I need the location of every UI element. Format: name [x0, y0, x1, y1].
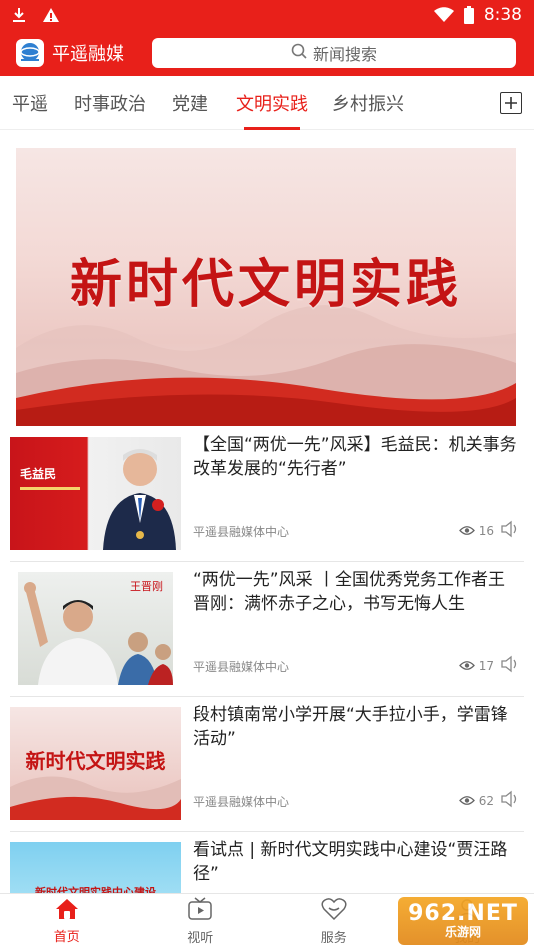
tab-pingyao[interactable]: 平遥 [12, 76, 48, 130]
nav-video[interactable]: 视听 [134, 894, 268, 949]
news-item[interactable]: 毛益民 【全国“两优一先”风采】毛益民：机关事务改革发展的“先行者” 平遥县融媒… [10, 427, 524, 562]
status-bar: 8:38 [0, 0, 534, 30]
news-source: 平遥县融媒体中心 [193, 525, 290, 539]
search-placeholder: 新闻搜索 [312, 45, 377, 64]
news-source: 平遥县融媒体中心 [193, 660, 290, 674]
nav-home[interactable]: 首页 [0, 894, 134, 949]
news-meta: 16 [458, 520, 520, 541]
tab-current-affairs[interactable]: 时事政治 [74, 76, 146, 130]
thumb-caption: 毛益民 [20, 467, 57, 481]
app-title: 平遥融媒 [52, 44, 124, 65]
app-logo[interactable] [16, 39, 44, 67]
eye-icon [458, 796, 475, 805]
news-item[interactable]: 王晋刚 “两优一先”风采 丨全国优秀党务工作者王晋刚：满怀赤子之心，书写无悔人生… [10, 562, 524, 697]
news-thumbnail: 王晋刚 [18, 572, 173, 685]
search-icon [291, 43, 307, 63]
home-icon [55, 898, 79, 924]
video-icon [187, 897, 213, 925]
download-icon [12, 7, 26, 23]
view-count: 16 [458, 524, 494, 538]
warning-icon [42, 7, 60, 23]
featured-banner[interactable]: 新时代文明实践 [16, 148, 516, 426]
news-meta: 17 [458, 655, 520, 676]
news-title: 段村镇南常小学开展“大手拉小手，学雷锋活动” [193, 705, 508, 749]
status-time: 8:38 [483, 5, 522, 25]
add-tab-icon[interactable] [500, 92, 522, 114]
eye-icon [458, 661, 475, 670]
news-title: “两优一先”风采 丨全国优秀党务工作者王晋刚：满怀赤子之心，书写无悔人生 [193, 570, 506, 614]
news-title: 【全国“两优一先”风采】毛益民：机关事务改革发展的“先行者” [193, 435, 517, 479]
view-count: 17 [458, 659, 494, 673]
speaker-icon[interactable] [500, 655, 520, 676]
news-thumbnail: 毛益民 [10, 437, 181, 550]
thumb-caption: 新时代文明实践 [25, 749, 166, 773]
news-item[interactable]: 新时代文明实践 段村镇南常小学开展“大手拉小手，学雷锋活动” 平遥县融媒体中心 … [10, 697, 524, 832]
speaker-icon[interactable] [500, 790, 520, 811]
tab-civilization-practice[interactable]: 文明实践 [236, 76, 308, 130]
news-meta: 62 [458, 790, 520, 811]
news-title: 看试点 | 新时代文明实践中心建设“贾汪路径” [193, 840, 508, 884]
site-watermark: 962.NET 乐游网 [398, 897, 528, 945]
news-source: 平遥县融媒体中心 [193, 795, 290, 809]
tab-rural-revitalization[interactable]: 乡村振兴 [332, 76, 404, 130]
eye-icon [458, 526, 475, 535]
heart-icon [321, 897, 347, 925]
wifi-icon [433, 7, 454, 23]
search-input[interactable]: 新闻搜索 [152, 38, 516, 68]
app-header: 平遥融媒 新闻搜索 [0, 30, 534, 76]
category-tabs: 平遥 时事政治 党建 文明实践 乡村振兴 [0, 76, 534, 130]
speaker-icon[interactable] [500, 520, 520, 541]
nav-services[interactable]: 服务 [267, 894, 401, 949]
battery-icon [463, 6, 474, 24]
tab-party-building[interactable]: 党建 [172, 76, 208, 130]
news-thumbnail: 新时代文明实践 [10, 707, 181, 820]
banner-title: 新时代文明实践 [69, 255, 462, 315]
view-count: 62 [458, 794, 494, 808]
